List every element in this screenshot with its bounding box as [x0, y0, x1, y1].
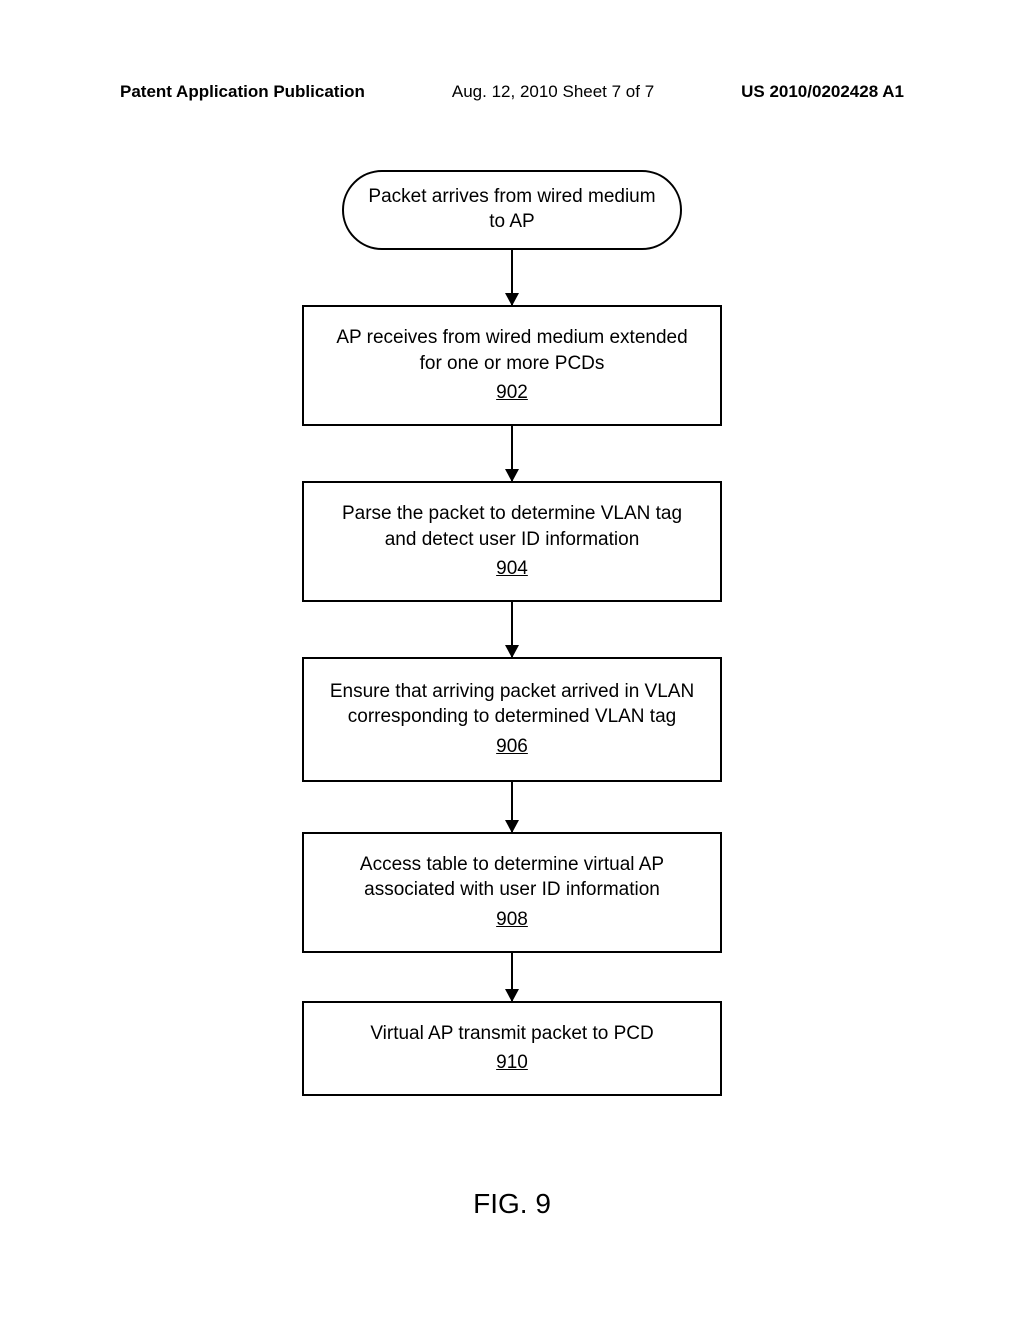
step-reference-number: 902	[496, 380, 528, 406]
step-text: Access table to determine virtual AP ass…	[326, 852, 698, 903]
step-reference-number: 908	[496, 907, 528, 933]
step-text: Ensure that arriving packet arrived in V…	[326, 679, 698, 730]
arrow-connector	[511, 953, 514, 1001]
figure-label: FIG. 9	[473, 1188, 551, 1220]
flowchart-step-902: AP receives from wired medium extended f…	[302, 305, 722, 426]
flowchart-step-910: Virtual AP transmit packet to PCD 910	[302, 1001, 722, 1096]
start-text: Packet arrives from wired medium to AP	[364, 185, 660, 234]
step-reference-number: 904	[496, 556, 528, 582]
header-publication-number: US 2010/0202428 A1	[741, 82, 904, 102]
flowchart-step-906: Ensure that arriving packet arrived in V…	[302, 657, 722, 782]
step-reference-number: 906	[496, 734, 528, 760]
step-text: Virtual AP transmit packet to PCD	[370, 1021, 653, 1047]
step-reference-number: 910	[496, 1050, 528, 1076]
header-date-sheet: Aug. 12, 2010 Sheet 7 of 7	[452, 82, 654, 102]
arrow-connector	[511, 602, 514, 657]
flowchart-step-904: Parse the packet to determine VLAN tag a…	[302, 481, 722, 602]
header-publication-type: Patent Application Publication	[120, 82, 365, 102]
arrow-connector	[511, 782, 514, 832]
flowchart-diagram: Packet arrives from wired medium to AP A…	[282, 170, 742, 1096]
step-text: AP receives from wired medium extended f…	[326, 325, 698, 376]
arrow-connector	[511, 250, 514, 305]
flowchart-start-terminator: Packet arrives from wired medium to AP	[342, 170, 682, 250]
arrow-connector	[511, 426, 514, 481]
flowchart-step-908: Access table to determine virtual AP ass…	[302, 832, 722, 953]
step-text: Parse the packet to determine VLAN tag a…	[326, 501, 698, 552]
page-header: Patent Application Publication Aug. 12, …	[0, 82, 1024, 102]
